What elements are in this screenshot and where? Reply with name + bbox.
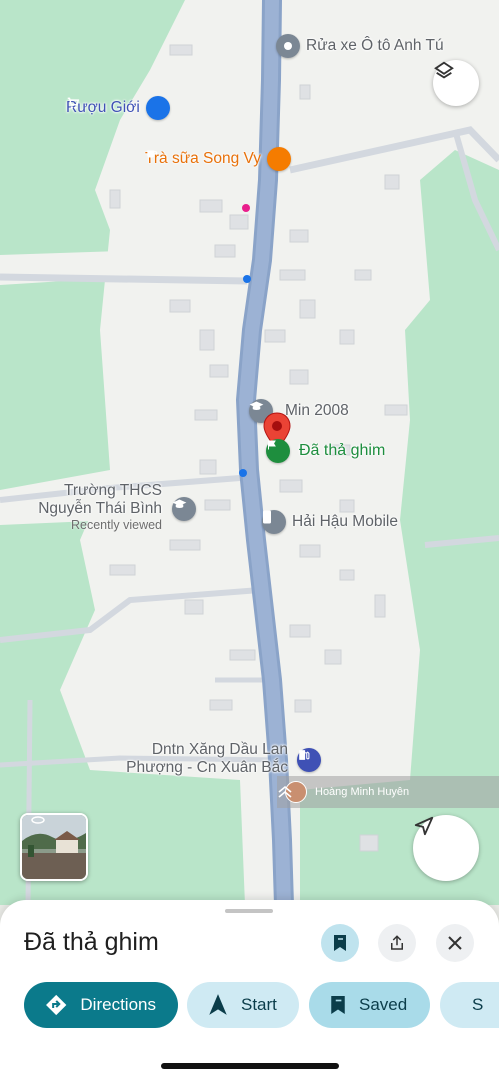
- bookmark-icon: [331, 996, 345, 1014]
- map-view[interactable]: Rửa xe Ô tô Anh Tú Rượu Giới Trà sữa Son…: [0, 0, 499, 905]
- poi-school-label[interactable]: Trường THCS Nguyễn Thái Bình Recently vi…: [30, 482, 162, 532]
- directions-label: Directions: [80, 995, 156, 1014]
- poi-label-line2: Nguyễn Thái Bình: [38, 500, 162, 517]
- place-title: Đã thả ghim: [24, 928, 159, 956]
- navigation-arrow-icon: [414, 816, 434, 836]
- poi-label-line2: Phượng - Cn Xuân Bắc: [126, 759, 288, 776]
- poi-gas-station-label[interactable]: Dntn Xăng Dầu Lan Phượng - Cn Xuân Bắc: [112, 741, 288, 777]
- poi-label: Hải Hậu Mobile: [292, 513, 398, 530]
- chevron-up-icon: [278, 785, 292, 798]
- poi-dropped-pin[interactable]: Đã thả ghim: [266, 439, 385, 463]
- poi-label: Trà sữa Song Vy: [145, 150, 262, 167]
- start-button[interactable]: Start: [187, 982, 299, 1028]
- poi-label-line1: Trường THCS: [63, 482, 162, 499]
- street-view-author: Hoàng Minh Huyên: [315, 786, 410, 798]
- poi-label: Rửa xe Ô tô Anh Tú: [306, 37, 444, 54]
- street-view-banner[interactable]: Hoàng Minh Huyên: [277, 776, 499, 808]
- poi-label: Min 2008: [285, 402, 349, 419]
- poi-milk-tea[interactable]: Trà sữa Song Vy: [145, 147, 292, 171]
- poi-car-wash[interactable]: Rửa xe Ô tô Anh Tú: [276, 34, 444, 58]
- phone-shop-icon: [262, 510, 286, 534]
- school-icon[interactable]: [172, 497, 196, 521]
- map-pin-icon: [276, 34, 300, 58]
- map-layers-button[interactable]: [433, 60, 479, 106]
- poi-label-line1: Dntn Xăng Dầu Lan: [151, 741, 288, 758]
- place-bottom-sheet[interactable]: Đã thả ghim Directions Start Saved S: [0, 900, 499, 1080]
- poi-label: Đã thả ghim: [299, 442, 386, 459]
- navigation-arrow-icon: [209, 994, 227, 1015]
- sheet-drag-handle[interactable]: [225, 909, 273, 913]
- share-icon: [391, 935, 403, 950]
- shopping-cart-icon: [67, 96, 170, 120]
- poi-phone-shop[interactable]: Hải Hậu Mobile: [262, 510, 398, 534]
- share-chip-button[interactable]: S: [440, 982, 499, 1028]
- bookmark-icon: [334, 935, 346, 951]
- street-view-thumbnail[interactable]: [20, 813, 88, 881]
- directions-icon: [46, 994, 67, 1016]
- coffee-cup-icon: [147, 147, 292, 171]
- poi-liquor-store[interactable]: Rượu Giới: [66, 96, 170, 120]
- save-toggle-button[interactable]: [321, 924, 359, 962]
- home-indicator[interactable]: [161, 1063, 339, 1069]
- share-chip-label: S: [472, 995, 484, 1014]
- flag-icon: [266, 439, 290, 463]
- directions-button[interactable]: Directions: [24, 982, 178, 1028]
- rotate-360-icon: [31, 816, 45, 824]
- close-icon: [448, 936, 462, 950]
- saved-button[interactable]: Saved: [309, 982, 430, 1028]
- gas-station-icon[interactable]: [297, 748, 321, 772]
- my-location-button[interactable]: [413, 815, 479, 881]
- share-button[interactable]: [378, 924, 416, 962]
- close-button[interactable]: [436, 924, 474, 962]
- saved-label: Saved: [359, 995, 408, 1014]
- start-label: Start: [241, 995, 277, 1014]
- layers-icon: [434, 61, 454, 79]
- poi-subtitle: Recently viewed: [70, 518, 162, 532]
